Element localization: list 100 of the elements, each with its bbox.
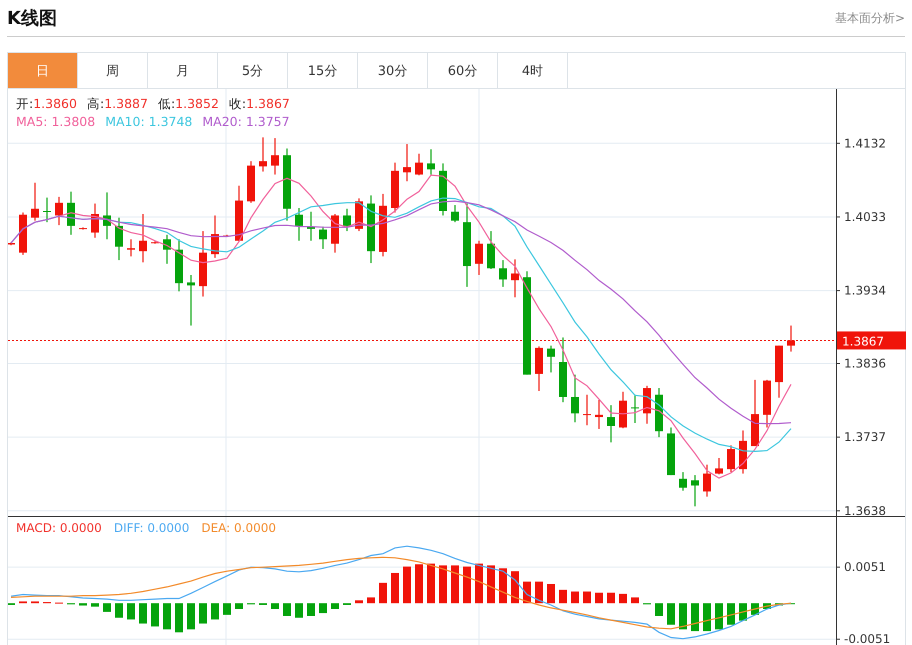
quote-value: 1.3867 <box>246 96 290 111</box>
candlestick <box>259 137 267 172</box>
macd-bar <box>547 584 555 604</box>
moving-average-value: MA20: 1.3757 <box>202 113 290 131</box>
candlestick <box>67 192 75 235</box>
candlestick <box>31 182 39 221</box>
candlestick <box>43 198 51 222</box>
macd-bar <box>307 603 315 616</box>
macd-bar <box>451 565 459 604</box>
macd-bar <box>583 592 591 604</box>
macd-bar <box>31 601 39 604</box>
candlestick <box>643 386 651 424</box>
candlestick <box>511 259 519 298</box>
macd-bar <box>739 603 747 621</box>
candlestick <box>607 405 615 442</box>
macd-bar <box>211 603 219 620</box>
candlestick <box>427 149 435 175</box>
candlestick <box>475 240 483 275</box>
candlestick <box>175 239 183 292</box>
candlestick <box>667 427 675 476</box>
candlestick <box>751 380 759 446</box>
fundamental-analysis-link[interactable]: 基本面分析> <box>834 10 905 26</box>
price-axis-label: 1.3638 <box>844 504 886 516</box>
candlestick <box>103 192 111 240</box>
quote-value: 1.3852 <box>175 96 219 111</box>
moving-average-value: MA5: 1.3808 <box>16 113 96 131</box>
macd-bar <box>319 603 327 614</box>
candlestick <box>271 138 279 175</box>
macd-bar <box>355 600 363 604</box>
macd-legend-value: DIFF: 0.0000 <box>114 521 190 535</box>
macd-bar <box>703 603 711 632</box>
macd-legend-value: MACD: 0.0000 <box>16 521 102 535</box>
candlestick <box>451 205 459 222</box>
candlestick <box>247 161 255 203</box>
macd-bar <box>79 603 87 606</box>
candlestick <box>79 227 87 230</box>
page-title: K线图 <box>7 7 57 30</box>
candlestick <box>499 260 507 287</box>
macd-bar <box>463 566 471 604</box>
price-axis-label: 1.3836 <box>844 356 886 370</box>
macd-axis-label: 0.0051 <box>844 560 886 574</box>
macd-bar <box>91 603 99 607</box>
candlestick <box>763 380 771 428</box>
candlestick <box>391 162 399 212</box>
candlestick <box>319 226 327 249</box>
candlestick <box>727 445 735 472</box>
candlestick <box>535 346 543 392</box>
candlestick <box>163 234 171 264</box>
macd-bar <box>763 603 771 609</box>
quote-label: 开: <box>16 96 34 111</box>
candlestick <box>379 194 387 256</box>
macd-bar <box>499 568 507 604</box>
price-axis-label: 1.3934 <box>844 284 886 298</box>
macd-bar <box>367 597 375 604</box>
macd-bar <box>775 603 783 606</box>
candlestick <box>655 388 663 438</box>
macd-bar <box>595 592 603 604</box>
candlestick <box>703 464 711 497</box>
candlestick <box>547 346 555 372</box>
candlestick <box>139 214 147 262</box>
candlestick <box>691 475 699 506</box>
candlestick <box>571 374 579 422</box>
candlestick <box>295 208 303 241</box>
macd-bar <box>295 603 303 618</box>
candlestick <box>223 234 231 238</box>
macd-bar <box>271 603 279 609</box>
macd-bar <box>667 603 675 625</box>
candlestick <box>187 274 195 326</box>
candlestick <box>91 204 99 238</box>
macd-bar <box>115 603 123 618</box>
last-price-tag: 1.3867 <box>837 331 906 350</box>
macd-bar <box>331 603 339 609</box>
macd-bar <box>415 564 423 604</box>
candlestick <box>739 430 747 474</box>
macd-bar <box>655 603 663 616</box>
candlestick <box>583 394 591 426</box>
macd-bar <box>187 603 195 630</box>
macd-bar <box>175 603 183 632</box>
macd-bar <box>391 572 399 604</box>
macd-bar <box>163 603 171 630</box>
macd-bar <box>715 603 723 630</box>
candlestick <box>787 326 795 352</box>
macd-bar <box>103 603 111 612</box>
quote-label: 高: <box>86 96 104 111</box>
macd-bar <box>511 571 519 604</box>
macd-bar <box>607 592 615 604</box>
macd-legend-value: DEA: 0.0000 <box>201 521 276 535</box>
quote-value: 1.3860 <box>33 96 77 111</box>
macd-bar <box>475 564 483 604</box>
quote-label: 收: <box>228 96 246 111</box>
macd-bar <box>151 603 159 626</box>
candlestick <box>235 186 243 242</box>
price-axis-label: 1.4132 <box>844 136 886 150</box>
macd-bar <box>19 601 27 604</box>
macd-axis-label: -0.0051 <box>844 632 890 645</box>
quote-label: 低: <box>158 96 176 111</box>
macd-bar <box>223 603 231 615</box>
macd-bar <box>631 597 639 604</box>
macd-bar <box>571 592 579 604</box>
macd-bar <box>403 566 411 604</box>
